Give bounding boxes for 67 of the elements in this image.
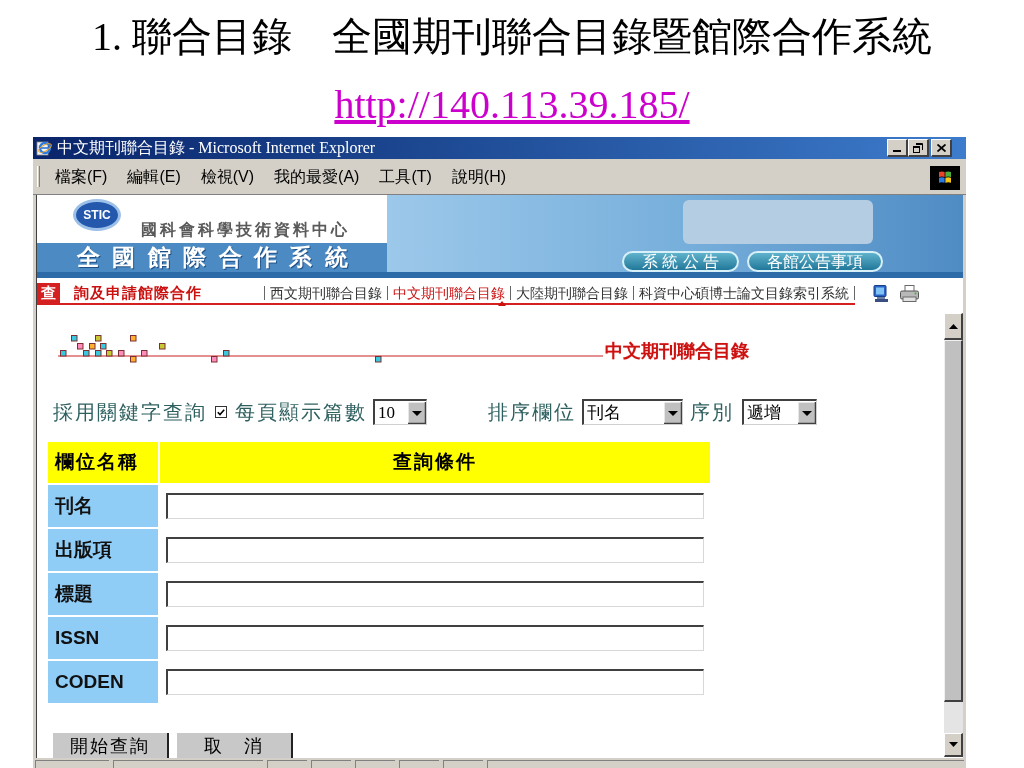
sort-field-select[interactable]: 刊名	[582, 399, 683, 425]
system-name: 全 國 館 際 合 作 系 統	[77, 246, 351, 269]
query-field[interactable]	[166, 581, 704, 607]
field-label: 刊名	[48, 485, 158, 527]
query-field[interactable]	[166, 537, 704, 563]
status-bar-pane	[443, 760, 483, 768]
up-arrow-icon	[948, 323, 958, 329]
menu-item[interactable]: 我的最愛(A)	[274, 169, 360, 185]
nav-link[interactable]: 西文期刊聯合目錄	[264, 285, 387, 300]
menu-item[interactable]: 檢視(V)	[200, 169, 255, 185]
column-header: 查詢條件	[160, 442, 710, 483]
query-field[interactable]	[166, 625, 704, 651]
page-heading: 中文期刊聯合目錄	[605, 342, 749, 360]
restore-icon	[913, 142, 923, 153]
minimize-icon	[893, 150, 901, 152]
query-badge: 查	[37, 282, 60, 303]
scroll-up-button[interactable]	[944, 313, 963, 340]
close-button[interactable]	[931, 139, 952, 157]
menu-item[interactable]: 工具(T)	[379, 169, 432, 185]
menu-item[interactable]: 說明(H)	[451, 169, 507, 185]
per-page-select[interactable]: 10	[373, 399, 427, 425]
computer-icon[interactable]	[873, 285, 889, 302]
nav-link[interactable]: 中文期刊聯合目錄	[387, 285, 510, 300]
browser-logo-icon	[36, 140, 52, 156]
flag-logo-icon	[930, 166, 960, 190]
keyword-checkbox[interactable]	[215, 406, 227, 418]
printer-icon[interactable]	[900, 285, 919, 302]
status-bar-pane	[399, 760, 439, 768]
window-title: 中文期刊聯合目錄 - Microsoft Internet Explorer	[57, 140, 376, 156]
menu-item[interactable]: 檔案(F)	[55, 169, 108, 185]
url-link[interactable]: http://140.113.39.185/	[334, 83, 690, 127]
column-header: 欄位名稱	[48, 442, 158, 483]
cancel-button[interactable]: 取 消	[177, 733, 293, 758]
order-label: 序別	[690, 402, 734, 422]
field-label: ISSN	[48, 617, 158, 659]
slide-title: 全國期刊聯合目錄暨館際合作系統	[332, 13, 932, 61]
close-icon	[936, 143, 946, 152]
order-select[interactable]: 遞增	[742, 399, 817, 425]
down-arrow-icon	[948, 742, 958, 747]
minimize-button[interactable]	[887, 139, 908, 157]
slide-heading: 1. 聯合目錄	[92, 13, 292, 61]
per-page-label: 每頁顯示篇數	[235, 402, 367, 422]
active-marker-icon	[498, 300, 506, 306]
menu-item[interactable]: 編輯(E)	[127, 169, 181, 185]
sort-field-label: 排序欄位	[488, 402, 576, 422]
field-label: 標題	[48, 573, 158, 615]
status-bar-pane	[267, 760, 307, 768]
start-search-button[interactable]: 開始查詢	[53, 733, 169, 758]
restore-button[interactable]	[908, 139, 929, 157]
status-bar-pane	[355, 760, 395, 768]
caret-icon	[408, 401, 426, 424]
nav-link[interactable]: 科資中心碩博士論文目錄索引系統	[633, 285, 854, 300]
section-title: 詢及申請館際合作	[74, 285, 202, 300]
field-label: 出版項	[48, 529, 158, 571]
field-label: CODEN	[48, 661, 158, 703]
query-field[interactable]	[166, 493, 704, 519]
organization-name: 國科會科學技術資料中心	[141, 222, 350, 238]
caret-icon	[798, 401, 816, 424]
nav-link[interactable]: 大陸期刊聯合目錄	[510, 285, 633, 300]
logo-badge: STIC	[73, 199, 121, 231]
query-field[interactable]	[166, 669, 704, 695]
notice-button[interactable]: 系 統 公 告	[621, 251, 739, 272]
checkmark-icon	[217, 408, 225, 416]
caret-icon	[664, 401, 682, 424]
scroll-down-button[interactable]	[944, 733, 963, 757]
keyword-label: 採用關鍵字查詢	[53, 402, 207, 422]
status-bar-pane	[311, 760, 351, 768]
